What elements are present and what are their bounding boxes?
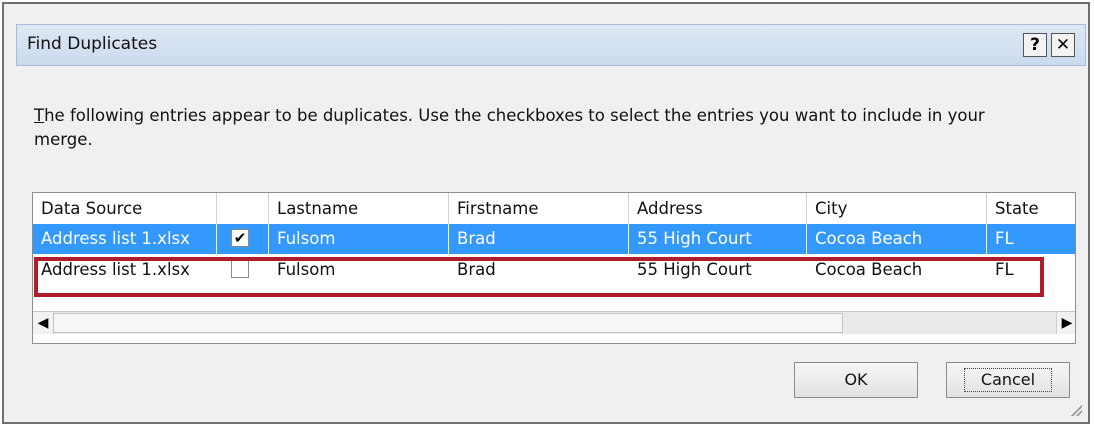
scroll-left-icon[interactable]: ◀ [33, 312, 54, 334]
instructions-rest: he following entries appear to be duplic… [34, 106, 985, 149]
help-button[interactable]: ? [1023, 33, 1047, 57]
column-header-city[interactable]: City [807, 193, 987, 224]
cell-address: 55 High Court [629, 224, 807, 254]
close-button[interactable]: ✕ [1051, 33, 1075, 57]
column-header-data-source[interactable]: Data Source [33, 193, 217, 224]
cell-city: Cocoa Beach [807, 224, 987, 254]
scroll-right-icon[interactable]: ▶ [1056, 312, 1075, 334]
instructions-accelerator: T [34, 106, 45, 125]
cancel-button[interactable]: Cancel [946, 362, 1070, 398]
column-header-include[interactable] [217, 193, 269, 224]
cell-state: FL [995, 229, 1014, 248]
grid-header: Data Source Lastname Firstname Address C… [33, 193, 1075, 225]
dialog-titlebar: Find Duplicates ? ✕ [16, 24, 1086, 66]
table-row[interactable]: Address list 1.xlsx ✔ Fulsom Brad 55 Hig… [33, 224, 1075, 254]
ok-button[interactable]: OK [794, 362, 918, 398]
column-header-lastname[interactable]: Lastname [269, 193, 449, 224]
cancel-button-label: Cancel [963, 368, 1053, 392]
cell-include: ✔ [217, 224, 269, 254]
include-checkbox[interactable]: ✔ [231, 229, 249, 247]
dialog-body: The following entries appear to be dupli… [16, 66, 1086, 420]
column-header-firstname[interactable]: Firstname [449, 193, 629, 224]
scrollbar-thumb[interactable] [53, 313, 843, 333]
dialog-title: Find Duplicates [27, 34, 158, 54]
horizontal-scrollbar[interactable]: ◀ ▶ [33, 311, 1075, 334]
column-header-state[interactable]: State [987, 193, 1075, 224]
cell-firstname: Brad [449, 224, 629, 254]
column-header-address[interactable]: Address [629, 193, 807, 224]
resize-grip-icon[interactable] [1068, 402, 1082, 416]
duplicate-row-highlight [34, 257, 1044, 297]
cell-data-source: Address list 1.xlsx [33, 224, 217, 254]
instructions-text: The following entries appear to be dupli… [34, 104, 994, 152]
cell-lastname: Fulsom [269, 224, 449, 254]
